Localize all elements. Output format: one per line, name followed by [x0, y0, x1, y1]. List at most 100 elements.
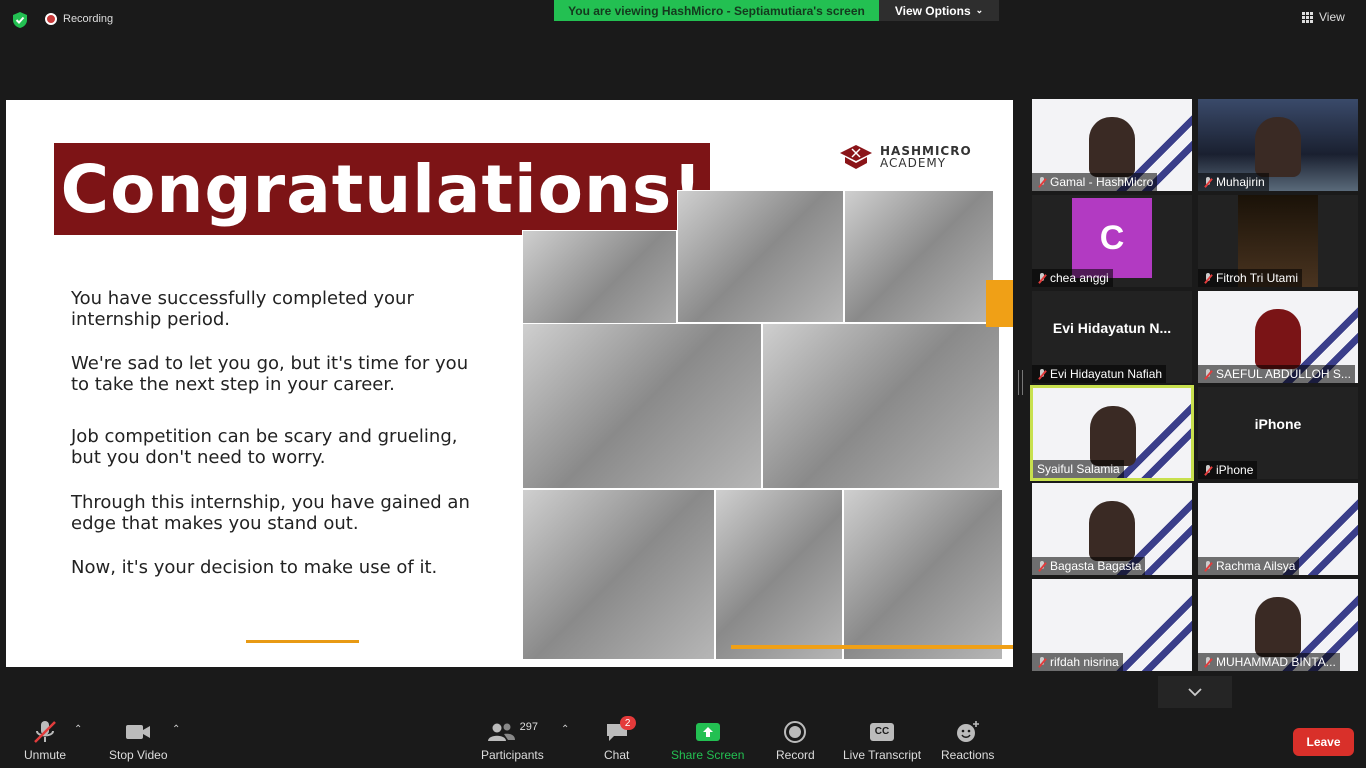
record-icon	[784, 721, 807, 743]
meeting-toolbar: Unmute ⌃ Stop Video ⌃ 297 Participants ⌃…	[0, 710, 1366, 768]
participant-tile[interactable]: Bagasta Bagasta	[1032, 483, 1192, 575]
mic-muted-icon	[1204, 656, 1212, 668]
participant-tile[interactable]: iPhone iPhone	[1198, 387, 1358, 479]
video-options-caret-icon[interactable]: ⌃	[172, 724, 180, 735]
participant-video	[1089, 117, 1135, 177]
leave-button[interactable]: Leave	[1293, 728, 1354, 756]
participant-tile[interactable]: C chea anggi	[1032, 195, 1192, 287]
shared-screen: Congratulations! HASHMICRO ACADEMY You h…	[6, 100, 1013, 667]
mic-muted-icon	[34, 721, 56, 743]
share-screen-label: Share Screen	[671, 748, 745, 762]
participant-center-name: Evi Hidayatun N...	[1052, 320, 1172, 336]
group-photo	[762, 323, 1000, 489]
participants-count: 297	[519, 721, 539, 733]
participant-tile[interactable]: rifdah nisrina	[1032, 579, 1192, 671]
participant-tile-active-speaker[interactable]: Syaiful Salamia	[1030, 385, 1194, 481]
chevron-down-icon	[1188, 688, 1202, 697]
record-label: Record	[776, 748, 815, 762]
view-options-label: View Options	[894, 3, 971, 18]
recording-indicator[interactable]: Recording	[45, 13, 113, 25]
reactions-button[interactable]: Reactions	[941, 718, 994, 762]
paragraph-3: Job competition can be scary and gruelin…	[71, 426, 458, 468]
participant-name: iPhone	[1216, 463, 1254, 477]
group-photo	[843, 489, 1003, 660]
top-bar: Recording You are viewing HashMicro - Se…	[0, 0, 1366, 40]
chevron-down-icon: ⌄	[975, 5, 984, 15]
accent-line	[731, 645, 1013, 649]
stop-video-label: Stop Video	[109, 748, 168, 762]
chat-unread-badge: 2	[619, 716, 636, 730]
mic-muted-icon	[1204, 560, 1212, 572]
shield-icon[interactable]	[11, 11, 29, 29]
audio-options-caret-icon[interactable]: ⌃	[74, 724, 82, 735]
participant-tile[interactable]: SAEFUL ABDULLOH S...	[1198, 291, 1358, 383]
participant-tile[interactable]: MUHAMMAD BINTA...	[1198, 579, 1358, 671]
share-screen-button[interactable]: Share Screen	[671, 718, 744, 762]
participant-video	[1255, 309, 1301, 369]
live-transcript-button[interactable]: CC Live Transcript	[843, 718, 921, 762]
chat-button[interactable]: 2 Chat	[604, 716, 636, 762]
closed-caption-icon: CC	[870, 723, 895, 741]
view-options-button[interactable]: View Options ⌄	[879, 0, 999, 21]
participant-name: Syaiful Salamia	[1037, 462, 1120, 476]
participant-name: Evi Hidayatun Nafiah	[1050, 367, 1163, 381]
participant-tile[interactable]: Evi Hidayatun N... Evi Hidayatun Nafiah	[1032, 291, 1192, 383]
record-dot-icon	[45, 13, 57, 25]
unmute-label: Unmute	[24, 748, 67, 762]
hashmicro-logo-icon	[840, 145, 872, 169]
participant-name: Muhajirin	[1216, 175, 1265, 189]
participant-name: rifdah nisrina	[1050, 655, 1119, 669]
group-photo	[715, 489, 843, 660]
participant-video	[1089, 501, 1135, 561]
mic-muted-icon	[1204, 464, 1212, 476]
accent-tab	[986, 280, 1013, 327]
participant-center-name: iPhone	[1254, 416, 1302, 432]
video-camera-icon	[126, 725, 151, 739]
hashmicro-logo: HASHMICRO ACADEMY	[838, 143, 972, 171]
viewing-banner: You are viewing HashMicro - Septiamutiar…	[554, 0, 879, 21]
gallery-next-page-button[interactable]	[1158, 676, 1232, 708]
paragraph-4: Through this internship, you have gained…	[71, 492, 470, 534]
accent-underline	[246, 640, 359, 643]
group-photo	[522, 489, 715, 660]
participant-name: Bagasta Bagasta	[1050, 559, 1142, 573]
mic-muted-icon	[1204, 368, 1212, 380]
participant-name: Fitroh Tri Utami	[1216, 271, 1299, 285]
participant-tile[interactable]: Muhajirin	[1198, 99, 1358, 191]
logo-line2: ACADEMY	[880, 156, 947, 170]
paragraph-1: You have successfully completed your int…	[71, 288, 414, 330]
photo-collage	[522, 190, 1013, 660]
mic-muted-icon	[1038, 272, 1046, 284]
view-label: View	[1319, 10, 1345, 24]
participants-label: Participants	[481, 748, 544, 762]
mic-muted-icon	[1204, 272, 1212, 284]
live-transcript-label: Live Transcript	[843, 748, 922, 762]
participant-video	[1255, 117, 1301, 177]
share-screen-icon	[695, 723, 720, 741]
stop-video-button[interactable]: Stop Video	[109, 718, 168, 762]
mic-muted-icon	[1204, 176, 1212, 188]
participant-tile[interactable]: Gamal - HashMicro	[1032, 99, 1192, 191]
mic-muted-icon	[1038, 560, 1046, 572]
recording-label: Recording	[63, 13, 114, 25]
participants-options-caret-icon[interactable]: ⌃	[561, 724, 569, 735]
participant-name: SAEFUL ABDULLOH S...	[1216, 367, 1351, 381]
mic-muted-icon	[1038, 176, 1046, 188]
view-button[interactable]: View	[1302, 10, 1345, 24]
participants-button[interactable]: 297 Participants	[481, 718, 544, 762]
participant-avatar: C	[1072, 198, 1152, 278]
unmute-button[interactable]: Unmute	[24, 718, 66, 762]
mic-muted-icon	[1038, 368, 1046, 380]
paragraph-5: Now, it's your decision to make use of i…	[71, 557, 438, 578]
participant-video	[1090, 406, 1136, 466]
participant-name: Rachma Ailsya	[1216, 559, 1296, 573]
chat-label: Chat	[604, 748, 630, 762]
record-button[interactable]: Record	[776, 718, 815, 762]
group-photo	[522, 323, 762, 489]
participant-tile[interactable]: Fitroh Tri Utami	[1198, 195, 1358, 287]
resize-handle[interactable]	[1018, 370, 1023, 395]
reactions-label: Reactions	[941, 748, 995, 762]
group-photo	[677, 190, 844, 323]
grid-icon	[1302, 11, 1313, 23]
participant-tile[interactable]: Rachma Ailsya	[1198, 483, 1358, 575]
